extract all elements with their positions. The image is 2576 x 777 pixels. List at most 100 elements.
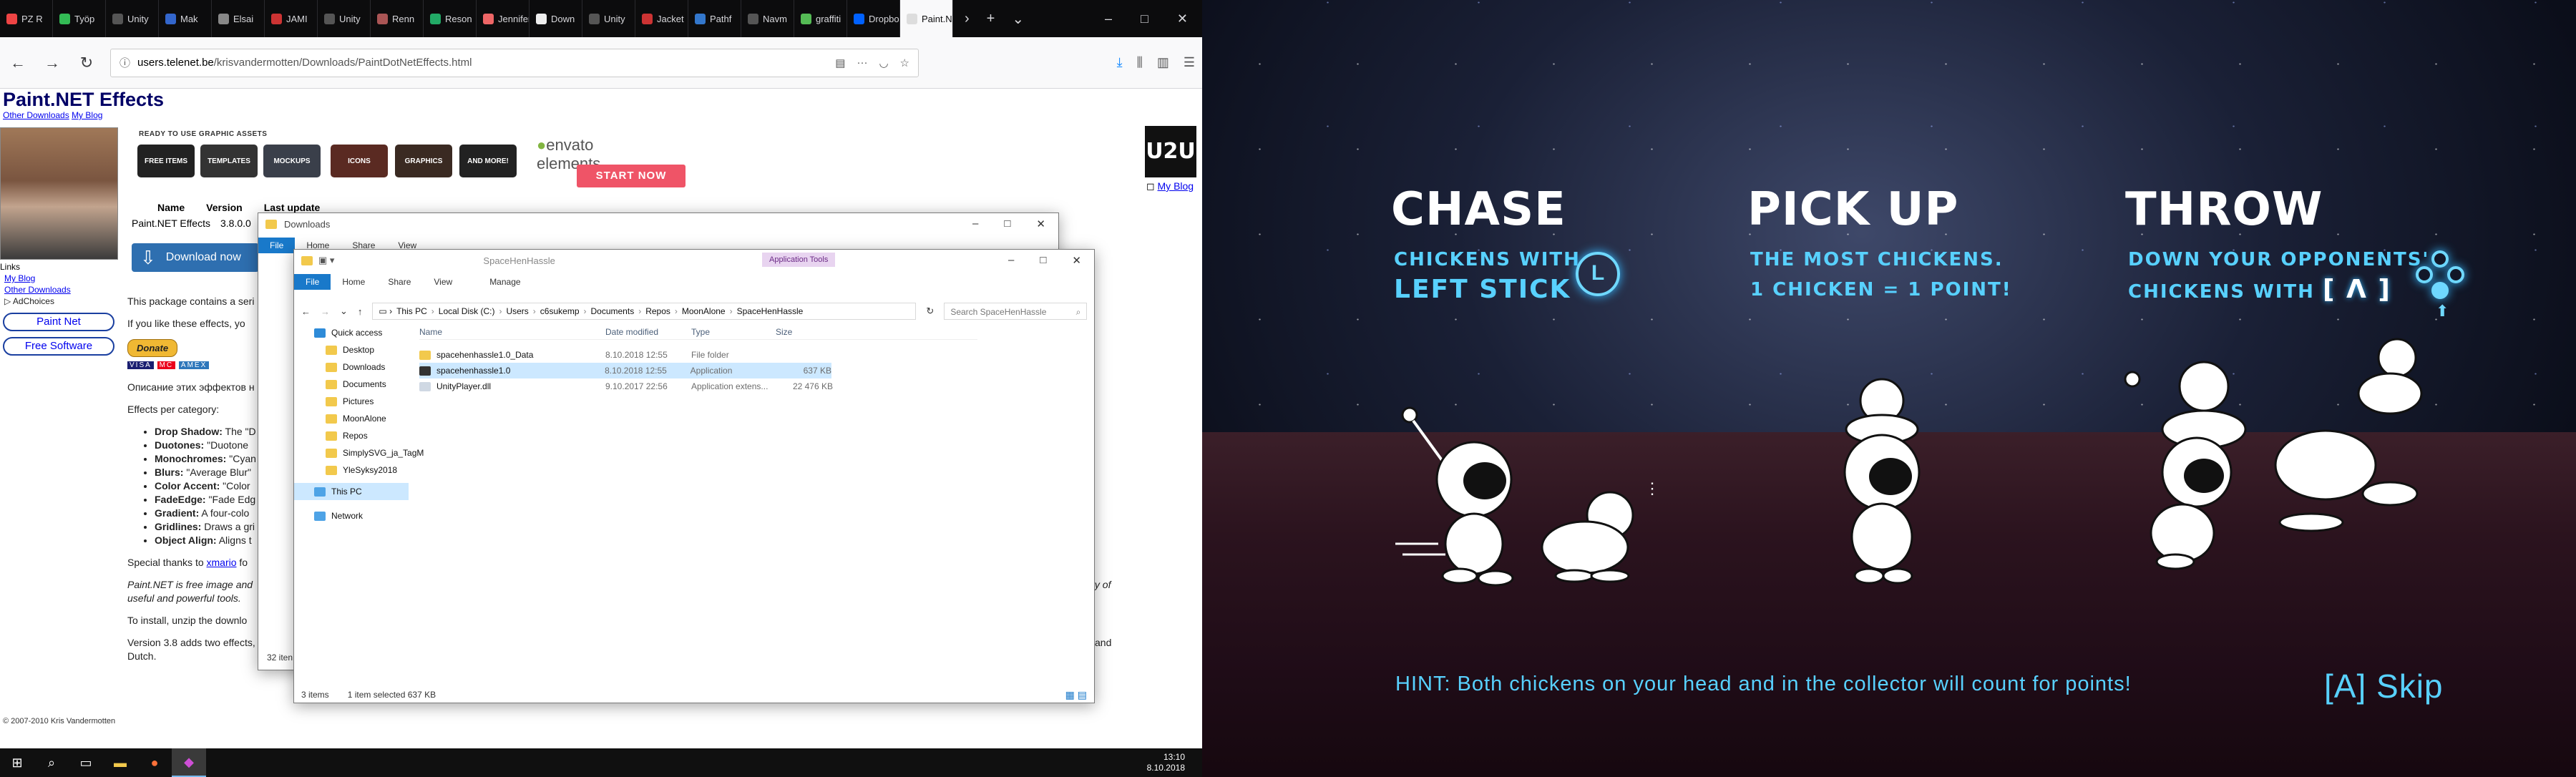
ribbon-tab-file[interactable]: File — [294, 274, 331, 290]
browser-tab[interactable]: Unity — [582, 0, 635, 37]
breadcrumb-separator-icon[interactable]: › — [584, 306, 587, 316]
browser-tab[interactable]: Dropbo — [847, 0, 900, 37]
browser-tab[interactable]: graffiti — [794, 0, 847, 37]
recent-chevron-icon[interactable]: ⌄ — [340, 306, 348, 317]
ribbon-tab-view[interactable]: View — [422, 274, 464, 290]
browser-tab[interactable]: Navm — [741, 0, 794, 37]
breadcrumb-separator-icon[interactable]: › — [499, 306, 502, 316]
back-icon[interactable]: ← — [301, 306, 311, 317]
my-blog-link[interactable]: My Blog — [72, 110, 102, 120]
browser-tab[interactable]: Elsai — [212, 0, 265, 37]
quick-access-toolbar-icon[interactable]: ▣ ▾ — [318, 255, 334, 266]
u2u-logo[interactable]: U2U — [1145, 126, 1196, 177]
reload-icon[interactable]: ↻ — [76, 54, 97, 72]
my-blog-sidebar-link[interactable]: My Blog — [4, 273, 122, 284]
explorer-spacehenhassle-window[interactable]: ▣ ▾ SpaceHenHassle – □ ✕ File Home Share View… — [293, 249, 1095, 703]
file-row[interactable]: UnityPlayer.dll 9.10.2017 22:56 Applicatio… — [419, 378, 977, 394]
tab-list-chevron-icon[interactable]: ⌄ — [1012, 10, 1024, 28]
donate-button[interactable]: Donate — [127, 339, 178, 357]
firefox-icon[interactable]: ● — [137, 748, 172, 777]
breadcrumb-segment[interactable]: Local Disk (C:) — [439, 306, 495, 316]
column-size[interactable]: Size — [776, 327, 833, 337]
breadcrumb-separator-icon[interactable]: › — [730, 306, 733, 316]
forward-icon[interactable]: → — [42, 54, 63, 72]
pocket-icon[interactable]: ◡ — [879, 57, 888, 69]
ad-tile-templates[interactable]: TEMPLATES — [200, 145, 258, 177]
browser-tab[interactable]: Mak — [159, 0, 212, 37]
minimize-button[interactable]: – — [1008, 254, 1014, 267]
minimize-button[interactable]: – — [1105, 11, 1112, 26]
search-icon[interactable]: ⌕ — [34, 748, 69, 777]
breadcrumb-separator-icon[interactable]: › — [638, 306, 641, 316]
ad-tile-icons[interactable]: ICONS — [331, 145, 388, 177]
back-icon[interactable]: ← — [7, 54, 29, 72]
nav-item[interactable]: Pictures — [294, 393, 409, 410]
system-clock[interactable]: 13:10 8.10.2018 — [1147, 752, 1202, 773]
ribbon-tab-home[interactable]: Home — [331, 274, 376, 290]
ad-tile-and-more[interactable]: AND MORE! — [459, 145, 517, 177]
nav-item[interactable]: Repos — [294, 427, 409, 444]
u2u-blog-link[interactable]: ◻ My Blog — [1146, 180, 1194, 192]
browser-tab[interactable]: PZ R — [0, 0, 53, 37]
close-button[interactable]: ✕ — [1036, 218, 1045, 230]
start-now-button[interactable]: START NOW — [577, 165, 686, 187]
nav-item[interactable]: YleSyksy2018 — [294, 461, 409, 479]
other-downloads-link[interactable]: Other Downloads — [3, 110, 69, 120]
new-tab-button[interactable]: + — [987, 11, 995, 27]
paint-net-button[interactable]: Paint Net — [3, 313, 114, 331]
ribbon-tab-share[interactable]: Share — [376, 274, 422, 290]
file-explorer-icon[interactable]: ▬ — [103, 748, 137, 777]
sidebar-icon[interactable]: ▥ — [1157, 55, 1169, 70]
view-mode-icons[interactable]: ▦ ▤ — [1065, 689, 1087, 701]
envato-ad[interactable]: READY TO USE GRAPHIC ASSETS FREE ITEMS T… — [132, 126, 686, 189]
close-button[interactable]: ✕ — [1177, 11, 1188, 26]
breadcrumb-segment[interactable]: c6sukemp — [540, 306, 580, 316]
browser-tab[interactable]: Unity — [106, 0, 159, 37]
bookmark-star-icon[interactable]: ☆ — [900, 57, 909, 69]
info-icon[interactable]: ⓘ — [119, 55, 130, 70]
ad-tile-free-items[interactable]: FREE ITEMS — [137, 145, 195, 177]
browser-tab[interactable]: Pathf — [688, 0, 741, 37]
library-icon[interactable]: ⫼ — [1137, 55, 1143, 70]
minimize-button[interactable]: – — [972, 218, 978, 230]
nav-item[interactable]: This PC — [294, 483, 409, 500]
browser-tab[interactable]: Down — [530, 0, 582, 37]
url-bar[interactable]: ⓘ users.telenet.be/krisvandermotten/Down… — [110, 48, 919, 77]
breadcrumb-separator-icon[interactable]: › — [533, 306, 536, 316]
breadcrumb-segment[interactable]: This PC — [396, 306, 427, 316]
reader-view-icon[interactable]: ▤ — [835, 57, 845, 69]
up-icon[interactable]: ↑ — [358, 306, 363, 317]
nav-item[interactable]: Quick access — [294, 324, 409, 341]
menu-icon[interactable]: ☰ — [1184, 55, 1195, 70]
breadcrumb-separator-icon[interactable]: › — [431, 306, 434, 316]
file-row[interactable]: spacehenhassle1.0_Data 8.10.2018 12:55 Fil… — [419, 347, 977, 363]
download-now-button[interactable]: ⇩ Download now — [132, 243, 259, 272]
nav-item[interactable]: Network — [294, 507, 409, 524]
browser-tab[interactable]: Reson — [424, 0, 477, 37]
nav-item[interactable]: MoonAlone — [294, 410, 409, 427]
skip-button[interactable]: [A] Skip — [2324, 667, 2444, 705]
browser-tab[interactable]: JAMI — [265, 0, 318, 37]
browser-tab[interactable]: Jennifer — [477, 0, 530, 37]
refresh-icon[interactable]: ↻ — [926, 306, 934, 317]
forward-icon[interactable]: → — [321, 306, 330, 317]
nav-item[interactable]: Desktop — [294, 341, 409, 358]
game-app-icon[interactable]: ◆ — [172, 748, 206, 777]
browser-tab[interactable]: Renn — [371, 0, 424, 37]
ad-tile-graphics[interactable]: GRAPHICS — [395, 145, 452, 177]
breadcrumb-segment[interactable]: Repos — [645, 306, 670, 316]
breadcrumb-path[interactable]: ▭ › This PC › Local Disk (C:) › Users › c6sukem… — [372, 303, 917, 320]
breadcrumb-segment[interactable]: Documents — [591, 306, 635, 316]
breadcrumb-segment[interactable]: MoonAlone — [682, 306, 726, 316]
start-icon[interactable]: ⊞ — [0, 748, 34, 777]
page-actions-icon[interactable]: ··· — [857, 57, 867, 69]
task-view-icon[interactable]: ▭ — [69, 748, 103, 777]
downloads-icon[interactable]: ⤓ — [1117, 55, 1123, 70]
close-button[interactable]: ✕ — [1072, 254, 1081, 267]
xmario-link[interactable]: xmario — [207, 557, 237, 568]
browser-tab[interactable]: Jacket — [635, 0, 688, 37]
nav-item[interactable]: SimplySVG_ja_TagM — [294, 444, 424, 461]
file-row[interactable]: spacehenhassle1.0 8.10.2018 12:55 Applicat… — [419, 363, 831, 378]
free-software-button[interactable]: Free Software — [3, 337, 114, 356]
column-date[interactable]: Date modified — [605, 327, 691, 337]
